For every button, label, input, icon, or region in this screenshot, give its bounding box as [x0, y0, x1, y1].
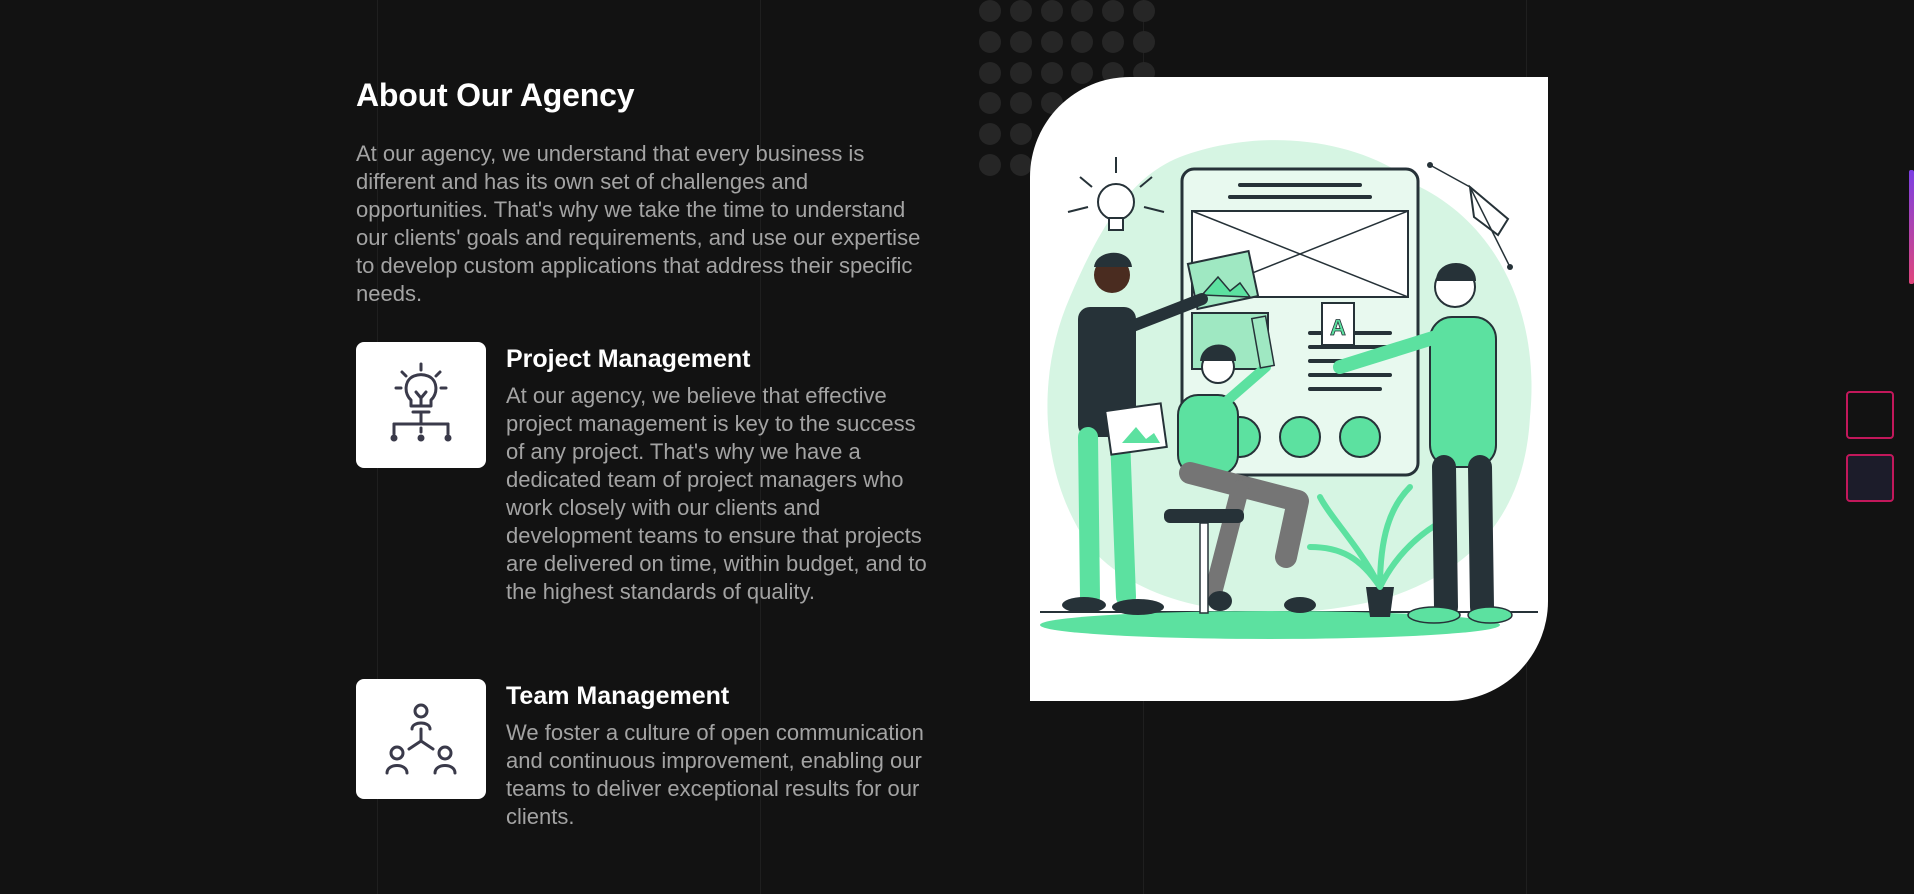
feature-description: We foster a culture of open communicatio…: [506, 720, 924, 829]
feature-project-management: Project Management At our agency, we bel…: [356, 342, 956, 642]
scroll-progress-indicator: [1909, 170, 1914, 284]
feature-team-management: Team Management We foster a culture of o…: [356, 679, 956, 879]
svg-text:A: A: [1330, 315, 1346, 340]
feature-icon-box: [356, 679, 486, 799]
side-action-button[interactable]: [1846, 454, 1894, 502]
feature-title: Team Management: [506, 682, 730, 710]
team-hierarchy-icon: [385, 703, 457, 775]
section-title: About Our Agency: [356, 77, 635, 113]
feature-description: At our agency, we believe that effective…: [506, 383, 927, 604]
side-action-button[interactable]: [1846, 391, 1894, 439]
lightbulb-network-icon: [390, 362, 452, 442]
section-intro: At our agency, we understand that every …: [356, 141, 921, 306]
team-collaboration-illustration: A: [1030, 77, 1548, 701]
feature-icon-box: [356, 342, 486, 468]
feature-title: Project Management: [506, 345, 751, 373]
about-section: About Our Agency At our agency, we under…: [356, 76, 936, 308]
